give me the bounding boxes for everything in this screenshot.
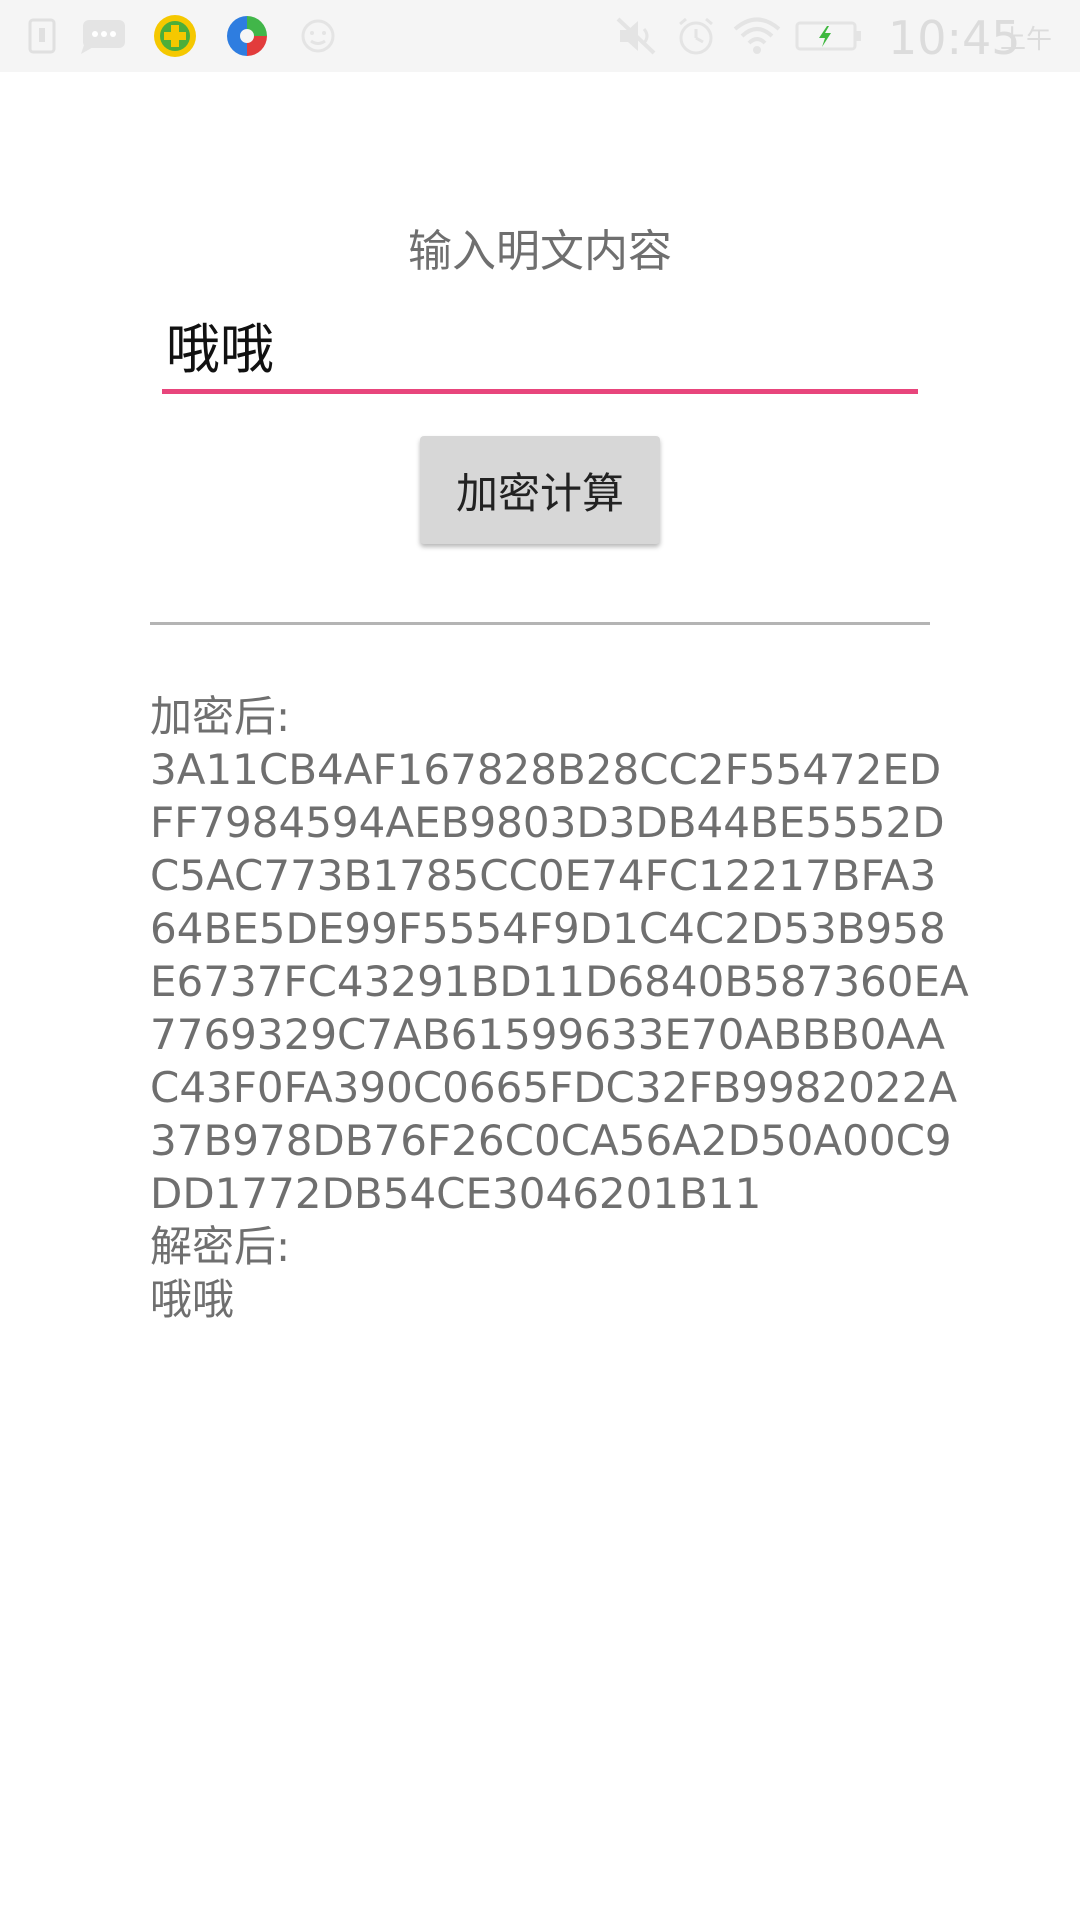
browser-app-icon [222, 0, 272, 72]
alarm-icon [672, 0, 720, 72]
decrypted-label: 解密后: [150, 1222, 291, 1271]
ciphertext-line: 37B978DB76F26C0CA56A2D50A00C9 [150, 1116, 952, 1165]
input-prompt-label: 输入明文内容 [408, 226, 672, 277]
battery-charging-icon [794, 0, 864, 72]
divider [150, 622, 930, 625]
status-ampm: 上午 [1000, 25, 1053, 55]
encrypted-label: 加密后: [150, 692, 291, 741]
face-icon [296, 0, 340, 72]
app-screen: 10:45 上午 输入明文内容 加密计算 加密后: 3A11CB4AF16782… [0, 0, 1080, 1920]
ciphertext-line: 3A11CB4AF167828B28CC2F55472ED [150, 745, 942, 794]
ciphertext-line: DD1772DB54CE3046201B11 [150, 1169, 762, 1218]
wifi-icon [730, 0, 784, 72]
ciphertext-line: 64BE5DE99F5554F9D1C4C2D53B958 [150, 904, 946, 953]
ciphertext-line: 7769329C7AB61599633E70ABBB0AA [150, 1010, 945, 1059]
sim-card-icon [22, 0, 62, 72]
message-icon [78, 0, 130, 72]
ciphertext-line: E6737FC43291BD11D6840B587360EA [150, 957, 969, 1006]
ciphertext-line: C5AC773B1785CC0E74FC12217BFA3 [150, 851, 937, 900]
ciphertext-line: FF7984594AEB9803D3DB44BE5552D [150, 798, 945, 847]
plaintext-input[interactable] [162, 310, 918, 394]
decrypted-value: 哦哦 [150, 1275, 235, 1324]
status-bar: 10:45 上午 [0, 0, 1080, 72]
mute-icon [612, 0, 662, 72]
result-block: 加密后: 3A11CB4AF167828B28CC2F55472ED FF798… [150, 690, 969, 1326]
security-app-icon [150, 0, 200, 72]
ciphertext-line: C43F0FA390C0665FDC32FB9982022A [150, 1063, 958, 1112]
encrypt-button[interactable]: 加密计算 [420, 436, 660, 544]
